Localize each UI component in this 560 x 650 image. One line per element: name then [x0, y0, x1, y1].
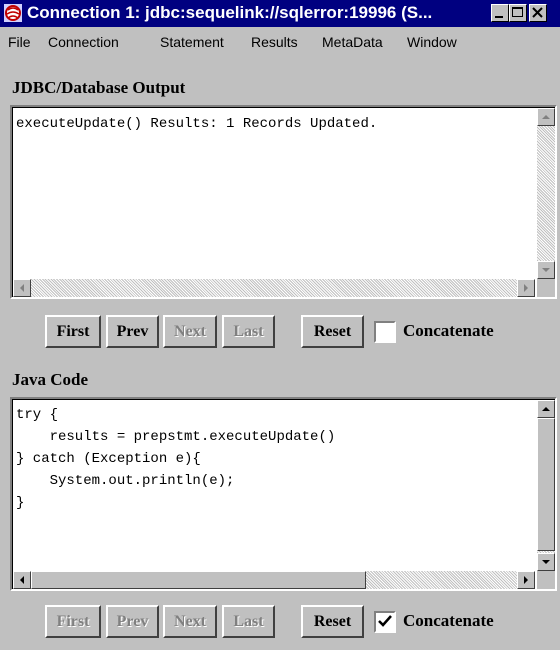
code-next-button[interactable]: Next [163, 605, 217, 638]
scroll-up-icon[interactable] [537, 108, 555, 126]
code-pane[interactable]: try { results = prepstmt.executeUpdate()… [10, 397, 557, 591]
scroll-left-icon[interactable] [13, 571, 31, 589]
output-last-button[interactable]: Last [222, 315, 275, 348]
scroll-corner [537, 571, 555, 589]
output-reset-button[interactable]: Reset [301, 315, 364, 348]
output-pane[interactable]: executeUpdate() Results: 1 Records Updat… [10, 105, 557, 299]
output-text[interactable]: executeUpdate() Results: 1 Records Updat… [16, 114, 377, 134]
menu-results[interactable]: Results [251, 34, 298, 50]
maximize-icon[interactable] [509, 4, 527, 22]
horizontal-scroll-thumb[interactable] [31, 571, 366, 589]
code-first-button[interactable]: First [45, 605, 101, 638]
menu-bar: File Connection Statement Results MetaDa… [0, 27, 560, 54]
output-vertical-scrollbar[interactable] [537, 108, 555, 279]
minimize-icon[interactable] [491, 4, 509, 22]
code-text[interactable]: try { results = prepstmt.executeUpdate()… [16, 404, 335, 514]
output-concatenate-label: Concatenate [403, 321, 494, 340]
code-horizontal-scrollbar[interactable] [13, 571, 535, 589]
code-reset-button[interactable]: Reset [301, 605, 364, 638]
vertical-scroll-thumb[interactable] [537, 418, 555, 551]
code-prev-button[interactable]: Prev [106, 605, 159, 638]
title-bar[interactable]: Connection 1: jdbc:sequelink://sqlerror:… [0, 0, 560, 27]
checkmark-icon [378, 615, 392, 627]
output-next-button[interactable]: Next [163, 315, 217, 348]
output-first-button[interactable]: First [45, 315, 101, 348]
code-concatenate-label: Concatenate [403, 611, 494, 630]
scroll-down-icon[interactable] [537, 553, 555, 571]
scroll-up-icon[interactable] [537, 400, 555, 418]
close-icon[interactable] [529, 4, 547, 22]
output-prev-button[interactable]: Prev [106, 315, 159, 348]
scroll-down-icon[interactable] [537, 261, 555, 279]
menu-statement[interactable]: Statement [160, 34, 224, 50]
app-icon[interactable] [4, 4, 22, 22]
scroll-right-icon[interactable] [517, 571, 535, 589]
output-section-title: JDBC/Database Output [12, 78, 186, 97]
menu-metadata[interactable]: MetaData [322, 34, 383, 50]
code-section-title: Java Code [12, 370, 89, 389]
output-horizontal-scrollbar[interactable] [13, 279, 535, 297]
scroll-left-icon[interactable] [13, 279, 31, 297]
window-title: Connection 1: jdbc:sequelink://sqlerror:… [27, 3, 433, 22]
scroll-corner [537, 279, 555, 297]
output-concatenate-checkbox[interactable] [374, 321, 396, 343]
menu-file[interactable]: File [8, 34, 31, 50]
menu-window[interactable]: Window [407, 34, 457, 50]
menu-connection[interactable]: Connection [48, 34, 119, 50]
code-concatenate-checkbox[interactable] [374, 611, 396, 633]
code-vertical-scrollbar[interactable] [537, 400, 555, 571]
code-last-button[interactable]: Last [222, 605, 275, 638]
scroll-right-icon[interactable] [517, 279, 535, 297]
